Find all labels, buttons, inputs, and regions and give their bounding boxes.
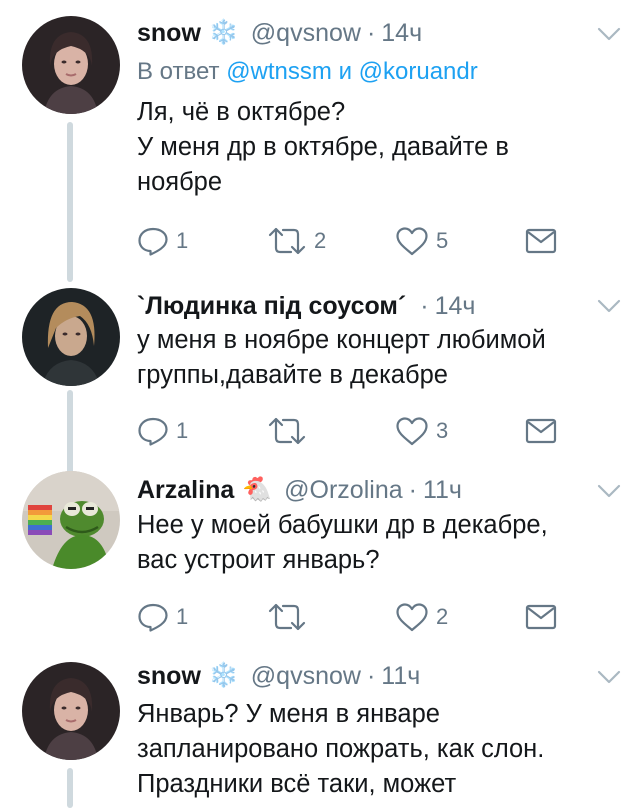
tweet-header: Arzalina 🐔 @Orzolina · 11ч bbox=[137, 473, 462, 507]
avatar-ludinka[interactable] bbox=[22, 288, 120, 386]
like-button[interactable]: 5 bbox=[395, 224, 448, 258]
mention-link[interactable]: @koruandr bbox=[359, 58, 478, 85]
reply-prefix: В ответ bbox=[137, 58, 220, 85]
tweet-text: у меня в ноябре концерт любимой группы,д… bbox=[137, 323, 627, 393]
separator-dot: · bbox=[366, 18, 376, 47]
chicken-icon: 🐔 bbox=[242, 476, 273, 503]
text-line: у меня в ноябре концерт любимой bbox=[137, 326, 546, 354]
reply-button[interactable]: 1 bbox=[137, 224, 188, 258]
tweet-text: Нее у моей бабушки др в декабре, вас уст… bbox=[137, 508, 627, 578]
tweet-header: snow ❄️ @qvsnow · 11ч bbox=[137, 659, 420, 693]
like-count: 2 bbox=[436, 604, 449, 629]
retweet-button[interactable] bbox=[267, 600, 314, 634]
text-line: ноябре bbox=[137, 168, 223, 196]
like-button[interactable]: 3 bbox=[395, 414, 448, 448]
action-bar: 1 2 5 bbox=[137, 224, 557, 258]
text-line: вас устроит январь? bbox=[137, 546, 380, 574]
snowflake-icon: ❄️ bbox=[208, 662, 239, 689]
like-icon bbox=[396, 227, 428, 256]
thread-line bbox=[67, 768, 73, 808]
avatar-arzalina[interactable] bbox=[22, 471, 120, 569]
user-handle[interactable]: @qvsnow bbox=[251, 19, 361, 48]
user-handle[interactable]: @Orzolina bbox=[284, 476, 402, 505]
tweet-1[interactable]: snow ❄️ @qvsnow · 14ч В ответ @wtnssm и … bbox=[0, 0, 639, 282]
message-icon bbox=[525, 604, 557, 630]
like-icon bbox=[396, 603, 428, 632]
text-line: У меня др в октябре, давайте в bbox=[137, 133, 509, 161]
display-name[interactable]: snow bbox=[137, 19, 201, 48]
separator-dot: · bbox=[366, 661, 376, 690]
message-button[interactable] bbox=[525, 600, 557, 634]
retweet-count: 2 bbox=[314, 228, 327, 253]
tweet-header: `Людинка під соусом´ · 14ч bbox=[137, 289, 475, 323]
tweet-4[interactable]: snow ❄️ @qvsnow · 11ч Январь? У меня в я… bbox=[0, 648, 639, 808]
separator-dot: · bbox=[408, 475, 417, 504]
tweet-2[interactable]: `Людинка під соусом´ · 14ч у меня в нояб… bbox=[0, 280, 639, 475]
message-button[interactable] bbox=[525, 224, 557, 258]
chevron-down-icon[interactable] bbox=[597, 298, 621, 314]
retweet-button[interactable]: 2 bbox=[267, 224, 326, 258]
text-line: Нее у моей бабушки др в декабре, bbox=[137, 511, 548, 539]
reply-button[interactable]: 1 bbox=[137, 600, 188, 634]
message-icon bbox=[525, 228, 557, 254]
tweet-text: Ля, чё в октябре? У меня др в октябре, д… bbox=[137, 95, 627, 200]
message-icon bbox=[525, 418, 557, 444]
separator-dot: · bbox=[420, 291, 429, 320]
display-name[interactable]: snow bbox=[137, 662, 201, 691]
thread-line bbox=[67, 122, 73, 282]
like-count: 5 bbox=[436, 228, 449, 253]
timestamp[interactable]: 14ч bbox=[381, 19, 422, 48]
reply-icon bbox=[138, 227, 168, 256]
reply-context: В ответ @wtnssm и @koruandr bbox=[137, 58, 478, 86]
action-bar: 1 3 bbox=[137, 414, 557, 448]
tweet-3[interactable]: Arzalina 🐔 @Orzolina · 11ч Нее у моей ба… bbox=[0, 463, 639, 648]
reply-button[interactable]: 1 bbox=[137, 414, 188, 448]
reply-icon bbox=[138, 603, 168, 632]
avatar-snow[interactable] bbox=[22, 16, 120, 114]
reply-count: 1 bbox=[176, 228, 189, 253]
like-button[interactable]: 2 bbox=[395, 600, 448, 634]
retweet-icon bbox=[268, 603, 306, 631]
timestamp[interactable]: 14ч bbox=[435, 292, 476, 321]
like-count: 3 bbox=[436, 418, 449, 443]
chevron-down-icon[interactable] bbox=[597, 483, 621, 499]
avatar-snow[interactable] bbox=[22, 662, 120, 760]
snowflake-icon: ❄️ bbox=[208, 19, 239, 46]
tweet-header: snow ❄️ @qvsnow · 14ч bbox=[137, 16, 422, 50]
display-name[interactable]: `Людинка під соусом´ bbox=[137, 292, 406, 321]
user-handle[interactable]: @qvsnow bbox=[251, 662, 361, 691]
retweet-icon bbox=[268, 417, 306, 445]
reply-icon bbox=[138, 417, 168, 446]
mention-link[interactable]: @wtnssm bbox=[226, 58, 332, 85]
display-name[interactable]: Arzalina bbox=[137, 476, 234, 505]
chevron-down-icon[interactable] bbox=[597, 26, 621, 42]
timestamp[interactable]: 11ч bbox=[381, 662, 420, 691]
chevron-down-icon[interactable] bbox=[597, 669, 621, 685]
retweet-icon bbox=[268, 227, 306, 255]
text-line: запланировано пожрать, как слон. bbox=[137, 735, 545, 763]
message-button[interactable] bbox=[525, 414, 557, 448]
text-line: группы,давайте в декабре bbox=[137, 361, 448, 389]
reply-count: 1 bbox=[176, 418, 189, 443]
text-line: Январь? У меня в январе bbox=[137, 700, 440, 728]
text-line: Праздники всё таки, может bbox=[137, 770, 457, 798]
timestamp[interactable]: 11ч bbox=[423, 476, 462, 505]
retweet-button[interactable] bbox=[267, 414, 314, 448]
text-line: Ля, чё в октябре? bbox=[137, 98, 346, 126]
mention-and: и bbox=[338, 58, 352, 85]
like-icon bbox=[396, 417, 428, 446]
reply-count: 1 bbox=[176, 604, 189, 629]
action-bar: 1 2 bbox=[137, 600, 557, 634]
tweet-text: Январь? У меня в январе запланировано по… bbox=[137, 697, 627, 802]
